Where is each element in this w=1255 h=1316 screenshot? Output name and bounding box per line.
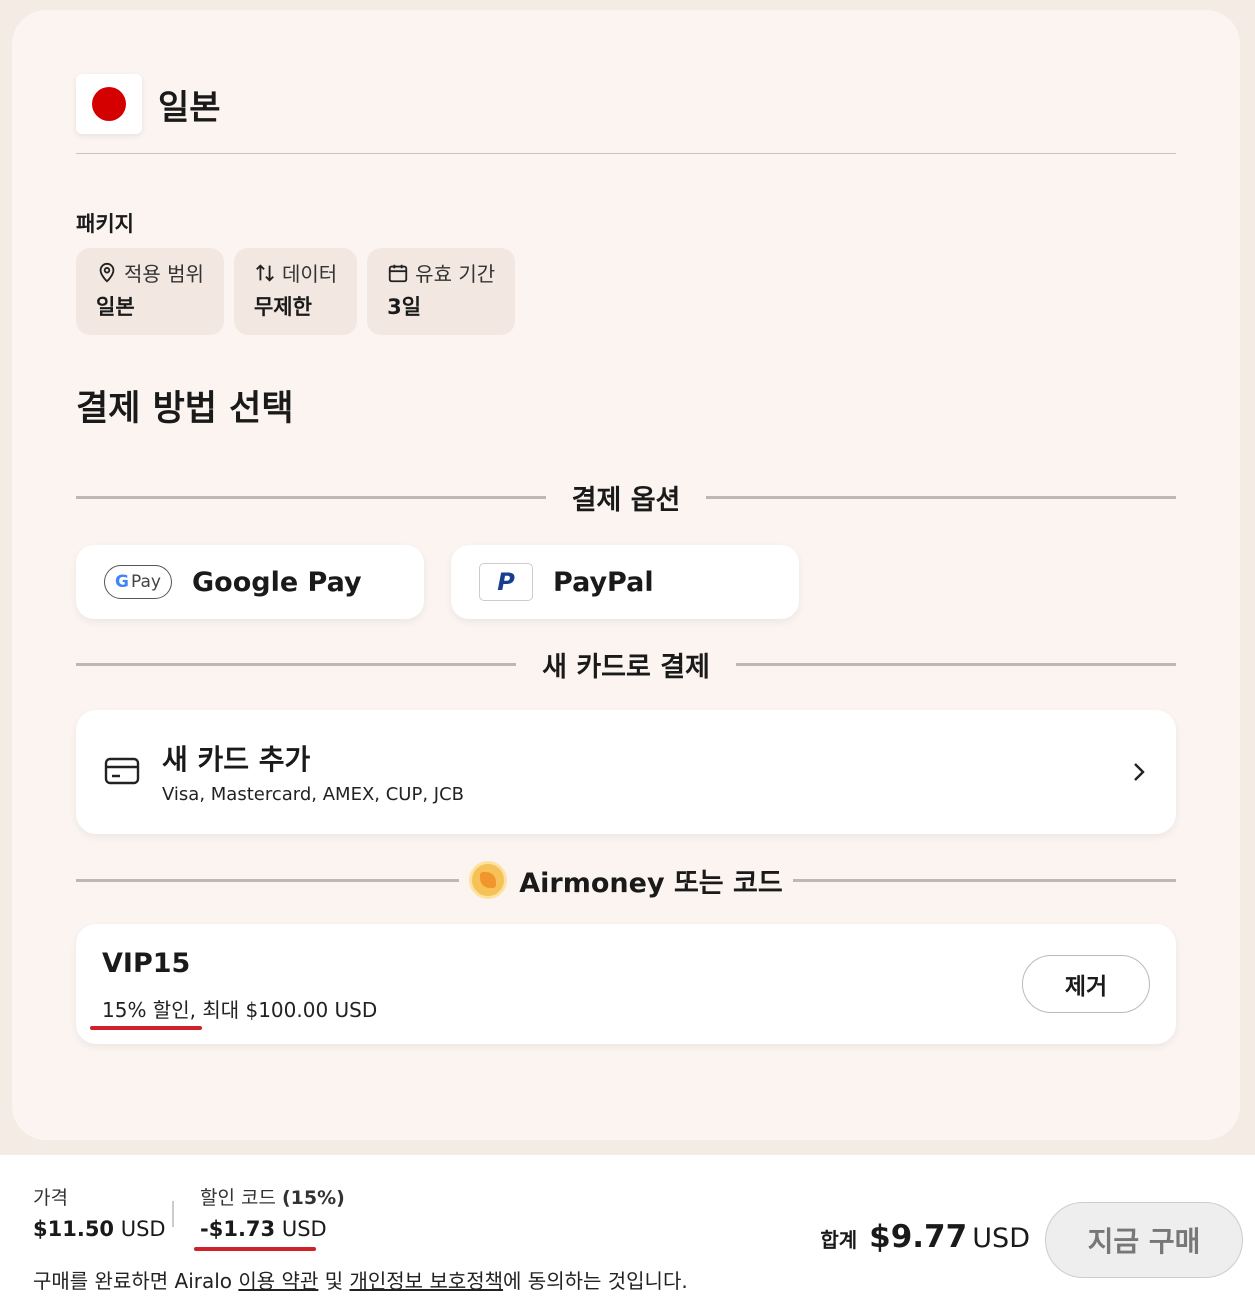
chip-value: 3일	[387, 295, 422, 319]
package-chips: 적용 범위 일본 데이터 무제한 유효 기간 3일	[76, 248, 516, 335]
total-label: 합계	[820, 1228, 858, 1252]
new-card-divider-label: 새 카드로 결제	[542, 651, 710, 683]
google-pay-button[interactable]: G Pay Google Pay	[76, 545, 424, 619]
divider	[76, 153, 1176, 154]
total-amount: $9.77	[869, 1219, 968, 1255]
privacy-link[interactable]: 개인정보 보호정책	[349, 1269, 503, 1293]
new-card-divider: 새 카드로 결제	[76, 649, 1176, 683]
price-value: $11.50 USD	[33, 1217, 166, 1241]
chip-validity: 유효 기간 3일	[367, 248, 516, 335]
google-pay-logo-icon: G Pay	[104, 565, 172, 599]
discount-label: 할인 코드 (15%)	[200, 1187, 345, 1209]
airmoney-coin-icon	[469, 861, 508, 899]
highlight-underline	[90, 1026, 202, 1030]
chip-title: 적용 범위	[124, 262, 204, 286]
payment-options-label: 결제 옵션	[571, 484, 681, 516]
promo-code: VIP15	[102, 948, 191, 979]
discount-value: -$1.73 USD	[200, 1217, 327, 1241]
chip-title: 유효 기간	[415, 262, 496, 286]
total: 합계 $9.77 USD	[820, 1219, 1030, 1255]
terms-text: 구매를 완료하면 Airalo 이용 약관 및 개인정보 보호정책에 동의하는 …	[33, 1269, 688, 1293]
add-new-card-button[interactable]: 새 카드 추가 Visa, Mastercard, AMEX, CUP, JCB	[76, 710, 1176, 834]
paypal-logo-icon: P	[479, 563, 533, 601]
chevron-right-icon	[1132, 760, 1146, 788]
promo-description: 15% 할인, 최대 $100.00 USD	[102, 998, 378, 1022]
credit-card-icon	[104, 756, 140, 790]
google-pay-label: Google Pay	[192, 566, 362, 598]
chip-value: 일본	[96, 295, 135, 319]
highlight-underline	[194, 1247, 316, 1251]
location-pin-icon	[96, 262, 118, 284]
japan-flag-icon	[76, 74, 142, 134]
total-currency: USD	[972, 1223, 1030, 1254]
package-label: 패키지	[76, 212, 134, 236]
checkout-card: 일본 패키지 적용 범위 일본 데이터 무제한 유효 기간 3일 결제 방법 선…	[12, 10, 1240, 1140]
calendar-icon	[387, 262, 409, 284]
payment-method-title: 결제 방법 선택	[76, 389, 294, 429]
chip-value: 무제한	[253, 295, 312, 319]
applied-promo-code: VIP15 15% 할인, 최대 $100.00 USD 제거	[76, 924, 1176, 1044]
chip-coverage: 적용 범위 일본	[76, 248, 224, 335]
paypal-button[interactable]: P PayPal	[451, 545, 799, 619]
terms-link[interactable]: 이용 약관	[238, 1269, 318, 1293]
remove-code-button[interactable]: 제거	[1022, 955, 1150, 1013]
country-name: 일본	[158, 87, 221, 128]
price-label: 가격	[33, 1187, 68, 1209]
card-brands: Visa, Mastercard, AMEX, CUP, JCB	[162, 784, 464, 805]
data-arrows-icon	[254, 262, 276, 284]
chip-title: 데이터	[281, 262, 338, 286]
paypal-label: PayPal	[553, 566, 654, 598]
airmoney-label: Airmoney 또는 코드	[519, 867, 783, 899]
separator	[172, 1201, 174, 1227]
buy-now-button[interactable]: 지금 구매	[1045, 1202, 1243, 1278]
checkout-footer: 가격 $11.50 USD 할인 코드 (15%) -$1.73 USD 합계 …	[0, 1155, 1255, 1316]
payment-options-divider: 결제 옵션	[76, 482, 1177, 516]
country-header: 일본	[76, 74, 221, 134]
chip-data: 데이터 무제한	[233, 248, 358, 335]
new-card-title: 새 카드 추가	[162, 743, 311, 776]
airmoney-divider: Airmoney 또는 코드	[76, 861, 1177, 899]
